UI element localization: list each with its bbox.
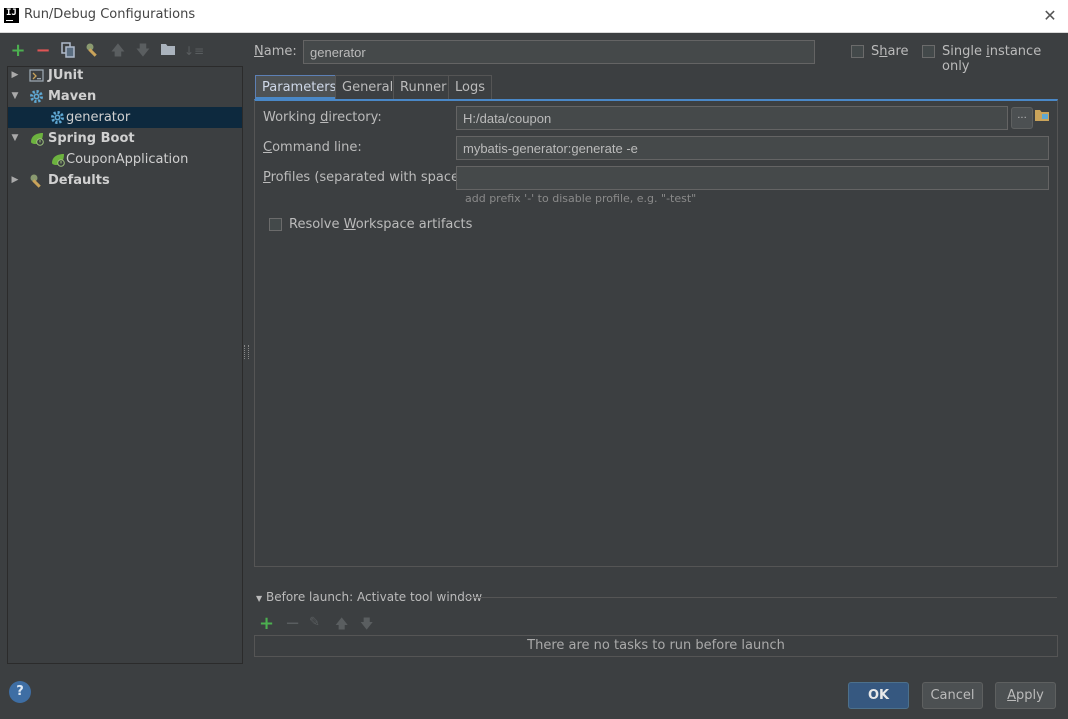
chevron-down-icon[interactable]: ▼ (256, 594, 262, 603)
wrench-icon (29, 173, 44, 188)
profiles-hint: add prefix '-' to disable profile, e.g. … (465, 192, 697, 205)
chevron-right-icon[interactable]: ▶ (10, 170, 20, 191)
window-title: Run/Debug Configurations (24, 7, 196, 22)
remove-icon[interactable]: − (34, 42, 52, 60)
before-launch-title: Before launch: Activate tool window (265, 590, 483, 604)
spring-boot-icon (29, 131, 44, 146)
tree-item-label: CouponApplication (66, 152, 189, 167)
divider (464, 597, 1057, 598)
chevron-down-icon[interactable]: ▼ (10, 128, 20, 149)
share-checkbox[interactable] (851, 45, 864, 58)
single-instance-label: Single instance only (942, 44, 1042, 74)
tab-general[interactable]: General (335, 75, 401, 99)
maven-gear-icon (29, 89, 44, 104)
maven-gear-icon (50, 110, 65, 125)
apply-button[interactable]: Apply (995, 682, 1056, 709)
move-down-icon[interactable]: 🡇 (134, 42, 152, 60)
move-down-icon[interactable]: 🡇 (360, 615, 373, 637)
add-icon[interactable]: + (9, 42, 27, 60)
intellij-logo-icon: IJ (4, 8, 19, 23)
tree-item-spring-boot[interactable]: ▼ Spring Boot (8, 128, 242, 149)
working-directory-input[interactable] (456, 106, 1008, 130)
tree-item-label: Spring Boot (48, 131, 135, 146)
junit-icon (29, 68, 44, 83)
tree-item-label: generator (66, 110, 131, 125)
command-line-label: Command line: (263, 140, 362, 155)
tree-item-label: Maven (48, 89, 97, 104)
tree-item-label: Defaults (48, 173, 110, 188)
add-task-icon[interactable]: + (259, 613, 274, 634)
tree-item-label: JUnit (48, 68, 84, 83)
name-input[interactable] (303, 40, 815, 64)
chevron-down-icon[interactable]: ▼ (10, 86, 20, 107)
tree-item-defaults[interactable]: ▶ Defaults (8, 170, 242, 191)
before-launch-header[interactable]: ▼ Before launch: Activate tool window (256, 590, 482, 604)
command-line-input[interactable] (456, 136, 1049, 160)
single-instance-checkbox[interactable] (922, 45, 935, 58)
ok-button[interactable]: OK (848, 682, 909, 709)
move-up-icon[interactable]: 🡅 (335, 615, 348, 637)
profiles-label: Profiles (separated with space): (263, 170, 469, 185)
tree-item-couponapplication[interactable]: CouponApplication (8, 149, 242, 170)
tab-parameters[interactable]: Parameters (255, 75, 344, 99)
chevron-right-icon[interactable]: ▶ (10, 65, 20, 86)
move-up-icon[interactable]: 🡅 (109, 42, 127, 60)
folder-macro-icon[interactable] (1034, 108, 1050, 126)
share-label: Share (871, 44, 909, 59)
copy-icon[interactable] (59, 42, 77, 60)
wrench-icon[interactable] (84, 42, 102, 60)
tab-runner[interactable]: Runner (393, 75, 454, 99)
configuration-tree: ▶ JUnit ▼ Maven generator ▼ Spring Boot … (7, 66, 243, 664)
tab-logs[interactable]: Logs (448, 75, 492, 99)
title-bar: IJ Run/Debug Configurations ✕ (0, 0, 1068, 33)
help-icon[interactable]: ? (9, 681, 31, 703)
resolve-workspace-label: Resolve Workspace artifacts (289, 217, 473, 232)
resolve-workspace-checkbox[interactable] (269, 218, 282, 231)
tree-item-maven[interactable]: ▼ Maven (8, 86, 242, 107)
profiles-input[interactable] (456, 166, 1049, 190)
name-label: Name: (254, 44, 297, 59)
remove-task-icon[interactable]: − (285, 613, 300, 634)
splitter-handle[interactable] (244, 345, 249, 359)
working-directory-label: Working directory: (263, 110, 382, 125)
browse-button[interactable]: ... (1011, 107, 1033, 129)
tree-item-generator[interactable]: generator (8, 107, 242, 128)
folder-icon[interactable] (159, 42, 177, 60)
close-icon[interactable]: ✕ (1038, 4, 1062, 28)
tree-item-junit[interactable]: ▶ JUnit (8, 65, 242, 86)
before-launch-task-list: There are no tasks to run before launch (254, 635, 1058, 657)
cancel-button[interactable]: Cancel (922, 682, 983, 709)
edit-task-icon[interactable]: ✎ (309, 615, 320, 630)
spring-boot-icon (50, 152, 65, 167)
sort-icon[interactable]: ↓≡ (184, 42, 204, 60)
